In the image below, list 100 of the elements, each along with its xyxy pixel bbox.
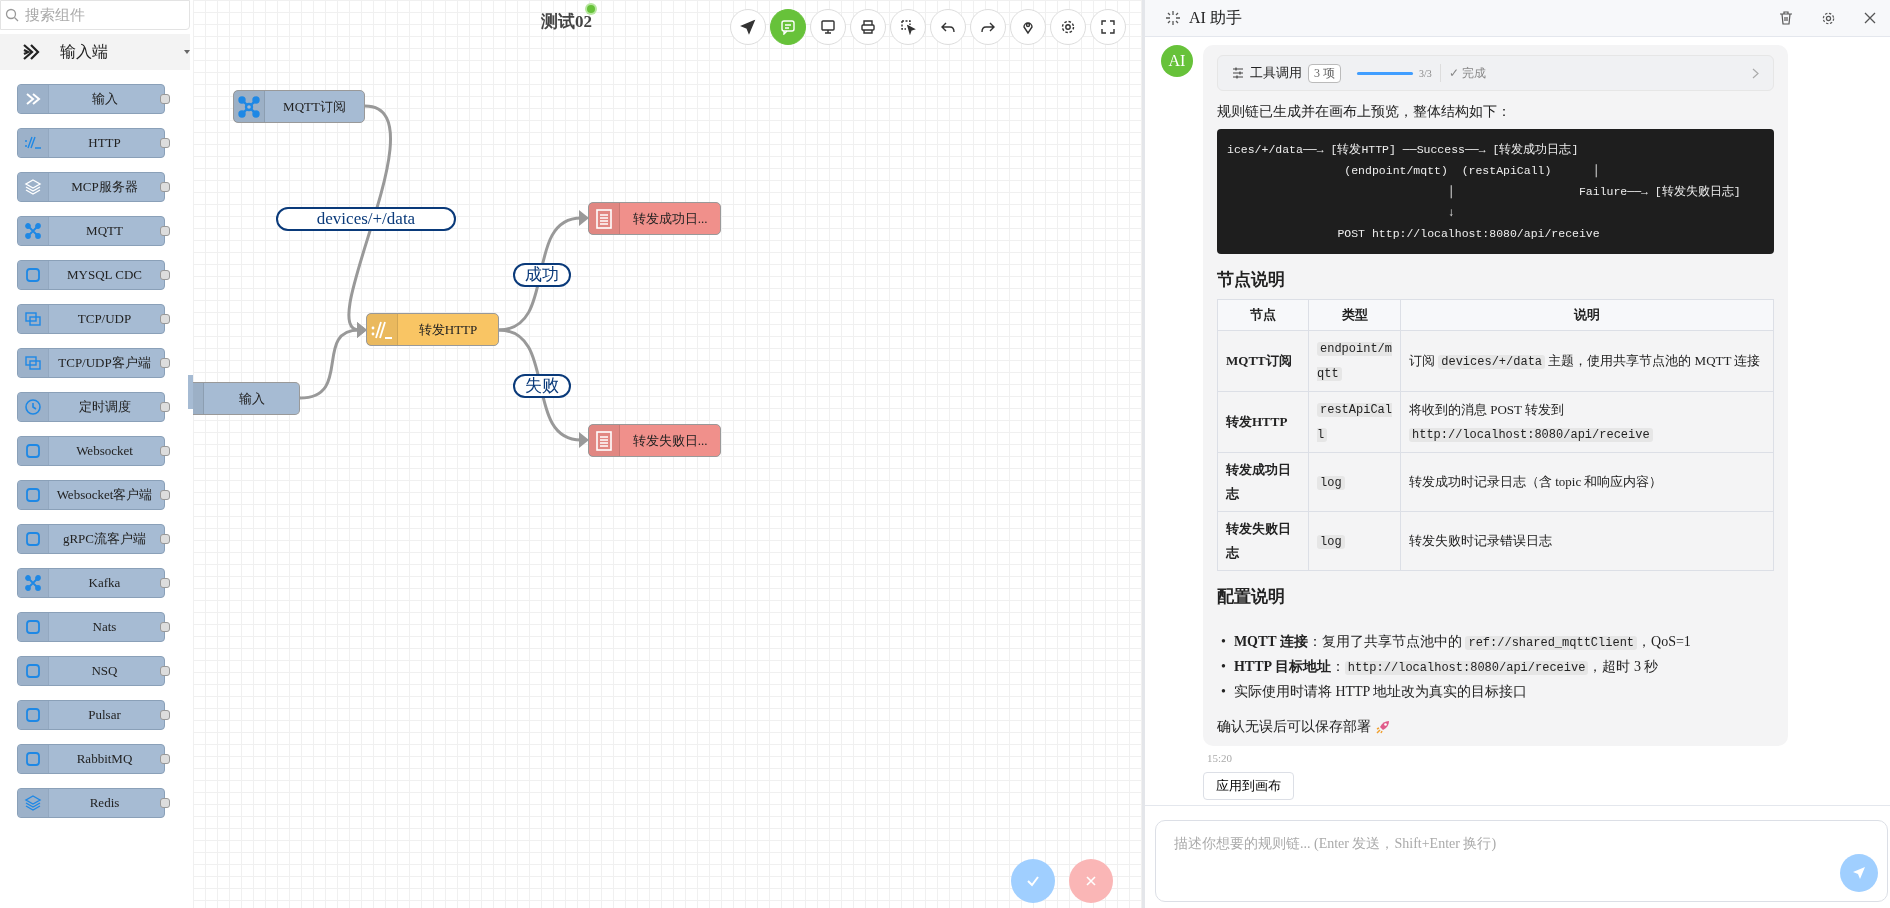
table-cell: 转发成功日志 [1217, 452, 1309, 512]
output-port[interactable] [160, 534, 170, 544]
palette-item[interactable]: TCP/UDP客户端 [17, 348, 165, 378]
output-port[interactable] [160, 94, 170, 104]
output-port[interactable] [160, 270, 170, 280]
output-port[interactable] [160, 226, 170, 236]
flow-node[interactable]: 转发成功日... [588, 202, 721, 235]
connector-label[interactable]: 成功 [513, 263, 571, 287]
monitor-icon [820, 19, 836, 35]
message-input[interactable]: 描述你想要的规则链... (Enter 发送，Shift+Enter 换行) [1155, 820, 1888, 902]
tool-call-bar[interactable]: 工具调用 3 项 3/3 ✓ 完成 [1217, 55, 1774, 91]
output-port[interactable] [160, 138, 170, 148]
table-cell: 转发失败时记录错误日志 [1400, 511, 1774, 571]
output-port[interactable] [160, 710, 170, 720]
bullet-text: HTTP 目标地址： http://localhost:8080/api/receive ，超时 3 秒 [1233, 658, 1659, 677]
monitor-icon [24, 354, 42, 372]
palette-item[interactable]: TCP/UDP [17, 304, 165, 334]
arrow-icon [24, 90, 42, 108]
output-port[interactable] [160, 446, 170, 456]
input-arrow-icon [22, 41, 40, 63]
palette-item[interactable]: Redis [17, 788, 165, 818]
flow-node[interactable]: 转发失败日... [588, 424, 721, 457]
toolbar-button[interactable] [890, 9, 926, 45]
chevron-right-icon [1752, 67, 1759, 79]
connector-label[interactable]: 失败 [513, 374, 571, 398]
tool-call-label: 工具调用 [1250, 64, 1302, 82]
output-port[interactable] [160, 490, 170, 500]
connector-label[interactable]: devices/+/data [276, 207, 456, 231]
palette-item[interactable]: Kafka [17, 568, 165, 598]
scrollbar-thumb[interactable] [188, 375, 193, 409]
bullet-text: MQTT 连接：复用了共享节点池中的 ref://shared_mqttClient ，QoS=1 [1233, 633, 1691, 652]
palette-item[interactable]: NSQ [17, 656, 165, 686]
output-port[interactable] [160, 358, 170, 368]
close-icon [1864, 12, 1876, 24]
palette-item[interactable]: HTTP [17, 128, 165, 158]
document-icon [593, 207, 615, 230]
table-cell: restApiCall [1308, 391, 1401, 453]
avatar: AI [1161, 45, 1193, 77]
toolbar-button[interactable] [1010, 9, 1046, 45]
column-header: 类型 [1308, 299, 1401, 331]
chat-icon [780, 19, 796, 35]
cancel-button[interactable] [1069, 859, 1113, 903]
category-header[interactable]: 输入端 [0, 34, 190, 70]
layers-icon [24, 178, 42, 196]
palette-item[interactable]: 输入 [17, 84, 165, 114]
search-field[interactable]: 搜索组件 [0, 0, 190, 30]
toolbar-button[interactable] [730, 9, 766, 45]
toolbar-button[interactable] [1090, 9, 1126, 45]
monitor-icon [24, 310, 42, 328]
toolbar-button[interactable] [810, 9, 846, 45]
output-port[interactable] [160, 402, 170, 412]
rocket-icon [1375, 719, 1391, 735]
output-port[interactable] [160, 798, 170, 808]
output-port[interactable] [160, 182, 170, 192]
palette-item[interactable]: MCP服务器 [17, 172, 165, 202]
palette-item[interactable]: MYSQL CDC [17, 260, 165, 290]
output-port[interactable] [160, 314, 170, 324]
table-cell: log [1308, 452, 1401, 512]
settings-icon [1060, 19, 1076, 35]
location-pin-icon [1020, 19, 1036, 35]
output-port[interactable] [160, 578, 170, 588]
code-icon [24, 134, 42, 152]
palette-item[interactable]: gRPC流客户端 [17, 524, 165, 554]
section-heading: 配置说明 [1217, 586, 1286, 608]
sliders-icon [1232, 67, 1244, 79]
output-port[interactable] [160, 754, 170, 764]
message-text: 规则链已生成并在画布上预览，整体结构如下： [1217, 103, 1512, 121]
flow-node[interactable]: 转发HTTP [366, 313, 499, 346]
fullscreen-icon [1100, 19, 1116, 35]
network-icon [238, 95, 260, 118]
table-cell: 转发HTTP [1217, 391, 1309, 453]
network-icon [24, 222, 42, 240]
table-cell: MQTT订阅 [1217, 330, 1309, 392]
palette-item[interactable]: MQTT [17, 216, 165, 246]
toolbar-button[interactable] [930, 9, 966, 45]
flow-node[interactable]: MQTT订阅 [233, 90, 365, 123]
toolbar-button[interactable] [1050, 9, 1086, 45]
toolbar-button[interactable] [970, 9, 1006, 45]
palette-item[interactable]: Nats [17, 612, 165, 642]
palette-item[interactable]: RabbitMQ [17, 744, 165, 774]
palette-item[interactable]: Websocket客户端 [17, 480, 165, 510]
settings-icon [1821, 10, 1836, 26]
palette-item[interactable]: Websocket [17, 436, 165, 466]
confirm-button[interactable] [1011, 859, 1055, 903]
table-cell: log [1308, 511, 1401, 571]
table-cell: 转发失败日志 [1217, 511, 1309, 571]
apply-button[interactable]: 应用到画布 [1203, 772, 1294, 800]
palette-item[interactable]: 定时调度 [17, 392, 165, 422]
message-text: 确认无误后可以保存部署 [1217, 718, 1371, 736]
output-port[interactable] [160, 622, 170, 632]
palette-item[interactable]: Pulsar [17, 700, 165, 730]
column-header: 节点 [1217, 299, 1309, 331]
search-icon [5, 8, 19, 22]
section-heading: 节点说明 [1217, 269, 1286, 291]
network-icon [24, 574, 42, 592]
flow-node[interactable]: 输入 [193, 382, 300, 415]
toolbar-button[interactable] [850, 9, 886, 45]
table-cell: 将收到的消息 POST 转发到 http://localhost:8080/api/receive [1400, 391, 1774, 453]
sparkle-icon [1165, 10, 1181, 26]
output-port[interactable] [160, 666, 170, 676]
